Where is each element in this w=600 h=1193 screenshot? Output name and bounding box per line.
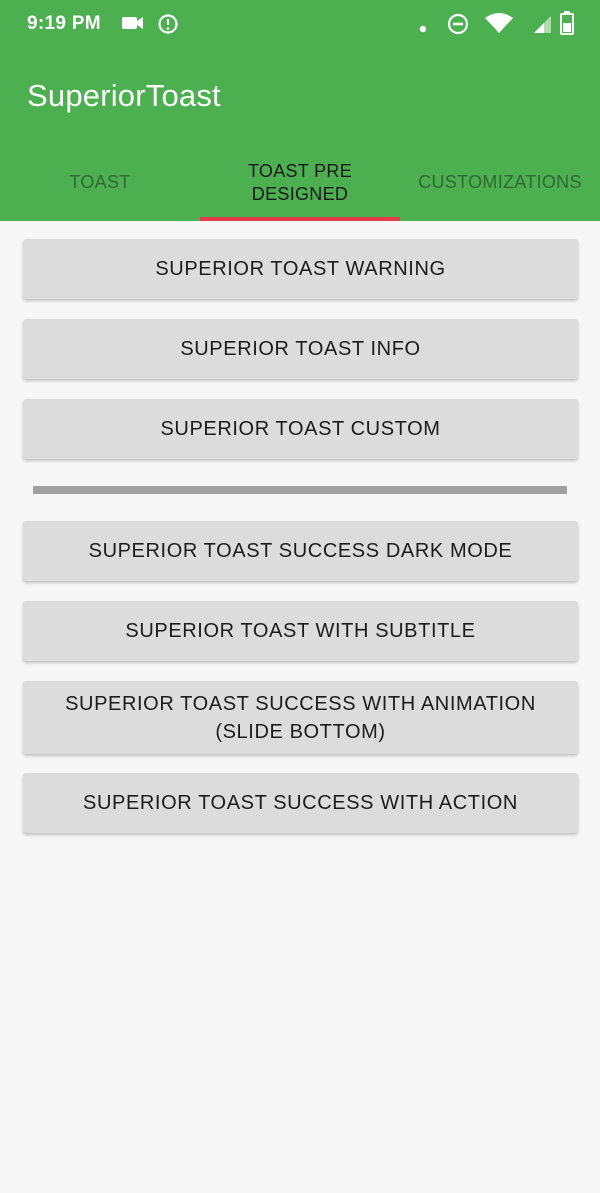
tab-bar: TOAST TOAST PRE DESIGNED CUSTOMIZATIONS [0,150,600,221]
video-camera-icon [122,15,144,36]
superior-toast-custom-button[interactable]: SUPERIOR TOAST CUSTOM [23,399,578,459]
superior-toast-info-button[interactable]: SUPERIOR TOAST INFO [23,319,578,379]
superior-toast-success-dark-mode-button[interactable]: SUPERIOR TOAST SUCCESS DARK MODE [23,521,578,581]
tab-label: CUSTOMIZATIONS [418,172,582,192]
dot-icon [419,20,427,38]
do-not-disturb-icon [447,13,469,40]
tab-indicator [200,217,400,221]
superior-toast-with-subtitle-button[interactable]: SUPERIOR TOAST WITH SUBTITLE [23,601,578,661]
superior-toast-success-animation-button[interactable]: SUPERIOR TOAST SUCCESS WITH ANIMATION (S… [23,681,578,754]
superior-toast-success-action-button[interactable]: SUPERIOR TOAST SUCCESS WITH ACTION [23,773,578,833]
status-bar: 9:19 PM [0,0,600,50]
tab-label: TOAST PRE DESIGNED [247,160,353,204]
status-time: 9:19 PM [27,13,101,34]
tab-label: TOAST [69,172,131,192]
battery-icon [560,11,574,40]
app-title: SuperiorToast [27,78,221,113]
tab-customizations[interactable]: CUSTOMIZATIONS [400,150,600,221]
signal-icon [532,14,552,39]
wifi-icon [484,12,514,39]
superior-toast-warning-button[interactable]: SUPERIOR TOAST WARNING [23,239,578,299]
divider [33,486,567,494]
app-bar: 9:19 PM SuperiorToast TOAST TOAST PRE DE… [0,0,600,221]
alarm-icon [157,13,179,40]
tab-toast[interactable]: TOAST [0,150,200,221]
tab-toast-pre-designed[interactable]: TOAST PRE DESIGNED [200,150,400,221]
